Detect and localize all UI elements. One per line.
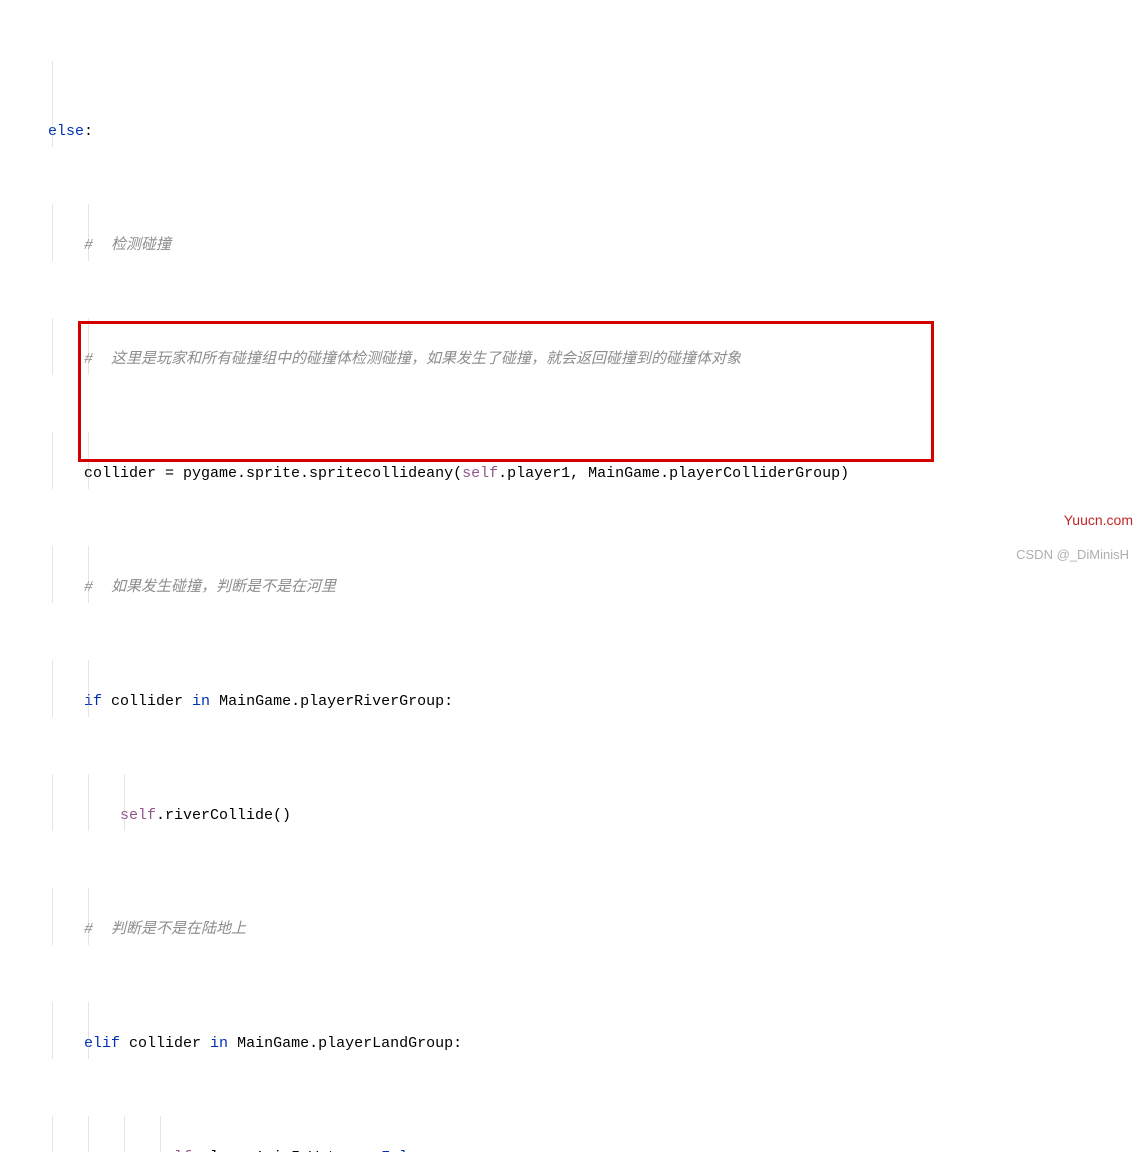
self-ref: self [156, 1149, 192, 1152]
comment: # 如果发生碰撞，判断是不是在河里 [84, 579, 336, 596]
code-line: # 这里是玩家和所有碰撞组中的碰撞体检测碰撞，如果发生了碰撞，就会返回碰撞到的碰… [0, 318, 1143, 375]
code-line: elif collider in MainGame.playerLandGrou… [0, 1002, 1143, 1059]
keyword-in: in [192, 693, 210, 710]
watermark-yuucn: Yuucn.com [1064, 507, 1133, 534]
code-line: # 如果发生碰撞，判断是不是在河里 [0, 546, 1143, 603]
keyword-else: else [48, 123, 84, 140]
code-line: if collider in MainGame.playerRiverGroup… [0, 660, 1143, 717]
code-line: collider = pygame.sprite.spritecollidean… [0, 432, 1143, 489]
code-line: self.player1.isInWater = False [0, 1116, 1143, 1152]
code-line: else: [0, 61, 1143, 147]
code-line: # 判断是不是在陆地上 [0, 888, 1143, 945]
keyword-in: in [210, 1035, 228, 1052]
keyword-elif: elif [84, 1035, 120, 1052]
comment: # 检测碰撞 [84, 237, 171, 254]
watermark-csdn: CSDN @_DiMinisH [1016, 543, 1129, 568]
code-line: self.riverCollide() [0, 774, 1143, 831]
comment: # 这里是玩家和所有碰撞组中的碰撞体检测碰撞，如果发生了碰撞，就会返回碰撞到的碰… [84, 351, 741, 368]
comment: # 判断是不是在陆地上 [84, 921, 246, 938]
keyword-if: if [84, 693, 102, 710]
self-ref: self [462, 465, 498, 482]
bool-false: False [381, 1149, 426, 1152]
code-line: # 检测碰撞 [0, 204, 1143, 261]
self-ref: self [120, 807, 156, 824]
code-block: else: # 检测碰撞 # 这里是玩家和所有碰撞组中的碰撞体检测碰撞，如果发生… [0, 0, 1143, 1152]
